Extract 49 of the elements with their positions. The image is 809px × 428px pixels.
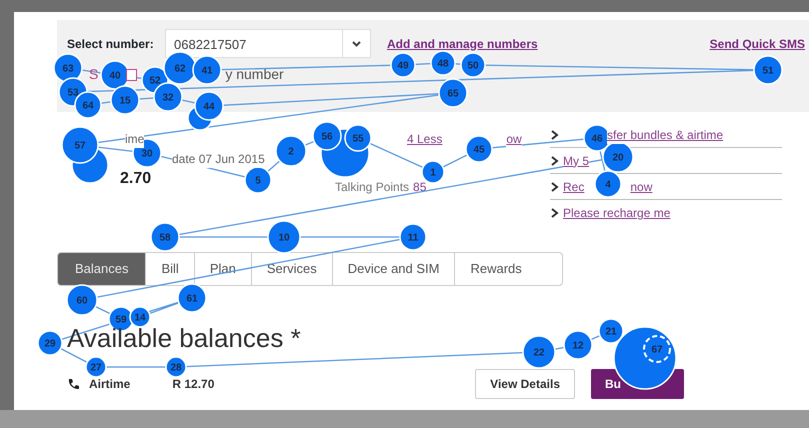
balance-amount: R 12.70 [172, 376, 214, 393]
fixation-marker: 61 [177, 283, 207, 313]
chevron-icon [550, 130, 559, 140]
fixation-marker: 4 [594, 170, 622, 198]
fixation-marker: 55 [344, 124, 372, 152]
phone-icon [67, 378, 79, 390]
caret-icon [352, 40, 361, 46]
my-number-label: y number [225, 65, 284, 84]
fixation-marker: 41 [192, 55, 222, 85]
view-details-button[interactable]: View Details [475, 369, 575, 399]
fixation-marker: 5 [244, 166, 272, 194]
send-sms-link[interactable]: Send Quick SMS [710, 34, 805, 52]
manage-numbers-link[interactable]: Add and manage numbers [387, 34, 538, 52]
fixation-marker: 12 [563, 330, 593, 360]
fixation-marker: 1 [421, 160, 445, 184]
fixation-marker: 15 [110, 85, 140, 115]
fixation-marker: 28 [165, 356, 187, 378]
fixation-marker: 57 [61, 126, 99, 164]
tab[interactable]: Balances [58, 253, 146, 285]
fixation-marker: 27 [85, 356, 107, 378]
balance-label: Airtime [89, 376, 130, 393]
fixation-marker: 45 [465, 135, 493, 163]
fixation-marker: 50 [460, 52, 486, 78]
fixation-marker: 60 [66, 284, 98, 316]
fixation-marker: 22 [522, 335, 556, 369]
fixation-marker: 56 [312, 121, 342, 151]
chevron-icon [550, 156, 559, 166]
fixation-marker: 58 [150, 222, 180, 252]
chevron-icon [550, 182, 559, 192]
amount-text: 2.70 [120, 169, 152, 189]
select-label: Select number: [67, 36, 155, 52]
fixation-marker: 51 [753, 55, 783, 85]
menu-link-tail[interactable]: now [630, 178, 652, 196]
fixation-marker: 14 [129, 306, 151, 328]
fixation-marker: 20 [602, 141, 634, 173]
fixation-marker: 21 [598, 318, 624, 344]
fixation-marker: 49 [390, 52, 416, 78]
chevron-icon [550, 208, 559, 218]
fixation-marker: 29 [37, 330, 63, 356]
fixation-marker: 44 [194, 91, 224, 121]
fixation-marker: 2 [275, 135, 307, 167]
fixation-marker: 48 [430, 50, 456, 76]
fixation-marker: 32 [153, 82, 183, 112]
fixation-marker: 10 [267, 220, 301, 254]
checkbox[interactable] [126, 68, 138, 80]
number-select[interactable]: 0682217507 [165, 29, 371, 58]
fixation-marker: 65 [438, 78, 468, 108]
fixation-marker: 11 [399, 223, 427, 251]
points-label: Talking Points [335, 180, 410, 194]
